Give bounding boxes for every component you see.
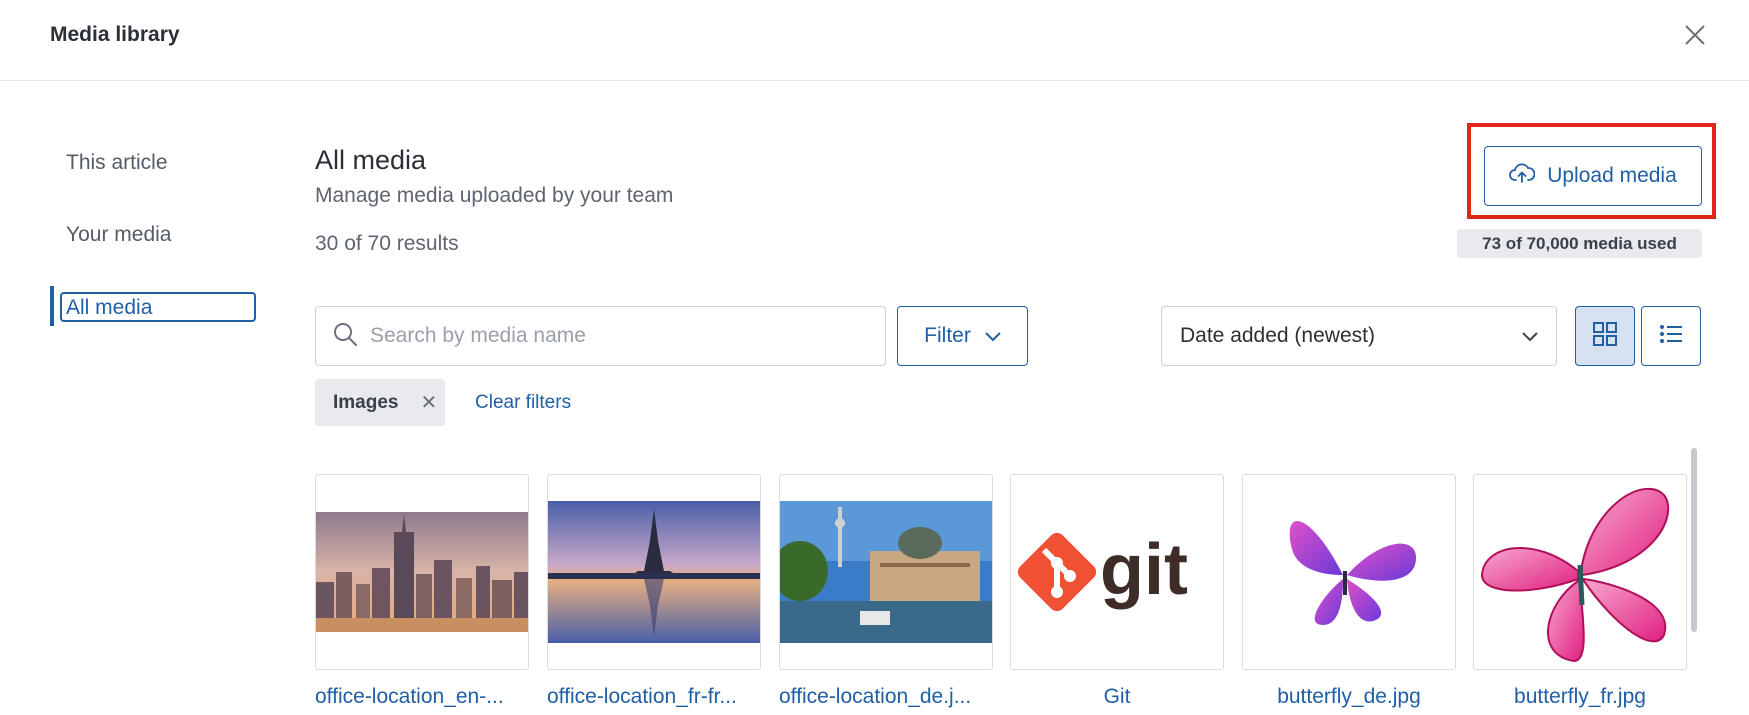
list-view-button[interactable] — [1641, 306, 1701, 366]
modal-title: Media library — [50, 23, 180, 46]
media-name[interactable]: office-location_de.j... — [779, 685, 993, 709]
search-icon — [332, 321, 358, 352]
cloud-upload-icon — [1509, 162, 1536, 190]
media-card[interactable]: git — [1010, 474, 1224, 670]
grid-icon — [1592, 321, 1618, 352]
grid-view-button[interactable] — [1575, 306, 1635, 366]
git-logo-thumbnail: git — [1017, 530, 1188, 612]
close-icon[interactable] — [1682, 22, 1708, 48]
sidebar-item-this-article[interactable]: This article — [66, 151, 168, 175]
sidebar-active-indicator — [50, 286, 54, 326]
eiffel-tower-thumbnail — [548, 501, 760, 643]
media-card[interactable] — [315, 474, 529, 670]
pink-butterfly-thumbnail — [1480, 487, 1670, 663]
upload-media-label: Upload media — [1547, 164, 1677, 187]
media-card[interactable] — [1242, 474, 1456, 670]
scrollbar-thumb[interactable] — [1691, 448, 1697, 632]
clear-filters-link[interactable]: Clear filters — [475, 392, 571, 414]
media-name[interactable]: butterfly_de.jpg — [1242, 685, 1456, 709]
berlin-museum-thumbnail — [780, 501, 992, 643]
media-name[interactable]: Git — [1010, 685, 1224, 709]
chevron-down-icon — [985, 324, 1001, 348]
search-box[interactable] — [315, 306, 886, 366]
sidebar-item-all-media[interactable]: All media — [60, 292, 256, 322]
search-input[interactable] — [370, 324, 870, 348]
sort-value: Date added (newest) — [1180, 324, 1375, 347]
sidebar-item-your-media[interactable]: Your media — [66, 223, 171, 247]
new-york-skyline-thumbnail — [316, 512, 528, 632]
purple-butterfly-thumbnail — [1289, 521, 1417, 625]
filter-button[interactable]: Filter — [897, 306, 1028, 366]
results-count: 30 of 70 results — [315, 232, 459, 255]
media-name[interactable]: butterfly_fr.jpg — [1473, 685, 1687, 709]
modal-header: Media library — [0, 0, 1749, 81]
filter-chip-label: Images — [333, 391, 399, 413]
media-card[interactable] — [779, 474, 993, 670]
media-name[interactable]: office-location_en-... — [315, 685, 529, 709]
filter-label: Filter — [924, 324, 971, 347]
page-title: All media — [315, 145, 427, 175]
sort-select[interactable]: Date added (newest) — [1161, 306, 1557, 366]
list-icon — [1659, 323, 1683, 350]
chevron-down-icon — [1522, 324, 1538, 348]
remove-filter-icon[interactable]: ✕ — [420, 390, 437, 415]
media-card[interactable] — [547, 474, 761, 670]
svg-text:git: git — [1100, 530, 1188, 610]
upload-media-button[interactable]: Upload media — [1484, 146, 1702, 206]
page-subtitle: Manage media uploaded by your team — [315, 184, 674, 207]
filter-chip-images: Images ✕ — [315, 379, 445, 426]
media-usage-badge: 73 of 70,000 media used — [1457, 229, 1702, 258]
media-name[interactable]: office-location_fr-fr... — [547, 685, 761, 709]
media-card[interactable] — [1473, 474, 1687, 670]
